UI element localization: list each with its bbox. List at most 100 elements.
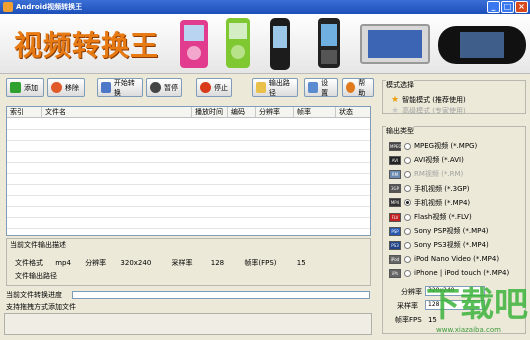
remove-button-label: 移除 bbox=[65, 83, 79, 92]
advanced-mode-radio[interactable]: ★ 高级模式 (专家使用) bbox=[391, 106, 466, 116]
smart-mode-radio[interactable]: ★ 智能模式 (推荐使用) bbox=[391, 95, 466, 105]
smartphone-icon bbox=[318, 18, 340, 68]
ipod-nano-pink-icon bbox=[180, 20, 208, 68]
output-type-option[interactable]: PSP Sony PSP视频 (*.MP4) bbox=[389, 226, 489, 236]
output-type-option[interactable]: PS3 Sony PS3视频 (*.MP4) bbox=[389, 240, 489, 250]
ipod-nano-icon: iPod bbox=[389, 254, 401, 264]
settings-button-label: 设置 bbox=[321, 78, 329, 97]
samplerate-label: 采样率 bbox=[171, 259, 193, 267]
settings-icon bbox=[308, 82, 319, 93]
output-type-option[interactable]: 3GP 手机视频 (*.3GP) bbox=[389, 184, 470, 194]
add-button[interactable]: 添加 bbox=[6, 78, 44, 97]
radio-button[interactable] bbox=[404, 269, 411, 277]
status-text: 支持拖拽方式添加文件 bbox=[6, 303, 76, 311]
output-path-label: 输出路径 bbox=[268, 78, 290, 97]
pause-button[interactable]: 暂停 bbox=[146, 78, 182, 97]
convert-icon bbox=[101, 82, 111, 93]
output-type-label: AVI视频 (*.AVI) bbox=[414, 156, 464, 165]
output-type-title: 输出类型 bbox=[386, 126, 414, 136]
column-codec[interactable]: 编码 bbox=[228, 107, 256, 117]
rm-icon: RM bbox=[389, 169, 401, 179]
fps-label: 帧率(FPS) bbox=[244, 259, 277, 267]
output-path-label: 文件输出路径 bbox=[15, 272, 57, 280]
output-type-option[interactable]: FLV Flash视频 (*.FLV) bbox=[389, 212, 472, 222]
app-icon bbox=[3, 2, 13, 12]
column-duration[interactable]: 播放时间 bbox=[192, 107, 228, 117]
output-type-option[interactable]: RM RM视频 (*.RM) bbox=[389, 169, 463, 179]
output-info-row: 文件格式 mp4 分辨率 320x240 采样率 128 帧率(FPS) 15 bbox=[15, 258, 306, 268]
ipod-nano-green-icon bbox=[226, 18, 250, 68]
output-path-button[interactable]: 输出路径 bbox=[252, 78, 298, 97]
radio-button[interactable] bbox=[404, 255, 411, 263]
settings-button[interactable]: 设置 bbox=[304, 78, 338, 97]
help-button[interactable]: 帮助 bbox=[342, 78, 374, 97]
output-type-option[interactable]: AVI AVI视频 (*.AVI) bbox=[389, 155, 464, 165]
progress-bar bbox=[72, 291, 370, 299]
radio-button[interactable] bbox=[404, 213, 411, 221]
pause-button-label: 暂停 bbox=[164, 83, 178, 92]
radio-button[interactable] bbox=[404, 185, 411, 193]
output-type-label: Flash视频 (*.FLV) bbox=[414, 213, 472, 221]
radio-button[interactable] bbox=[404, 199, 411, 207]
radio-button[interactable] bbox=[404, 170, 411, 178]
app-logo: 视频转换王 bbox=[14, 29, 160, 62]
stop-button-label: 停止 bbox=[214, 83, 228, 92]
banner: 视频转换王 bbox=[0, 14, 530, 74]
mode-group: 模式选择 ★ 智能模式 (推荐使用) ★ 高级模式 (专家使用) bbox=[382, 80, 526, 116]
column-index[interactable]: 索引 bbox=[7, 107, 42, 117]
radio-button[interactable] bbox=[404, 241, 411, 249]
media-player-icon bbox=[360, 24, 430, 64]
start-convert-button[interactable]: 开始转换 bbox=[97, 78, 143, 97]
svg-text:下载吧: 下载吧 bbox=[426, 285, 528, 325]
iphone-icon: iPh bbox=[389, 268, 401, 278]
progress-label: 当前文件转换进度 bbox=[6, 291, 62, 299]
radio-button[interactable] bbox=[404, 227, 411, 235]
stop-button[interactable]: 停止 bbox=[196, 78, 232, 97]
start-convert-label: 开始转换 bbox=[113, 78, 135, 97]
resolution-label: 分辨率 bbox=[85, 259, 107, 267]
fps-value: 15 bbox=[296, 259, 306, 267]
add-button-label: 添加 bbox=[24, 83, 38, 92]
help-icon bbox=[346, 82, 356, 93]
avi-icon: AVI bbox=[389, 155, 401, 165]
radio-button[interactable] bbox=[404, 156, 411, 164]
output-type-option[interactable]: MPEG MPEG视频 (*.MPG) bbox=[389, 141, 477, 151]
column-status[interactable]: 状态 bbox=[336, 107, 370, 117]
file-list-header: 索引 文件名 播放时间 编码 分辨率 帧率 状态 bbox=[7, 107, 370, 118]
remove-button[interactable]: 移除 bbox=[47, 78, 85, 97]
remove-icon bbox=[51, 82, 62, 93]
phone-3gp-icon: 3GP bbox=[389, 184, 401, 194]
format-value: mp4 bbox=[55, 259, 71, 267]
psp-icon bbox=[438, 26, 526, 64]
close-button[interactable]: × bbox=[515, 1, 528, 13]
output-type-option[interactable]: MP4 手机视频 (*.MP4) bbox=[389, 198, 470, 208]
samplerate-value: 128 bbox=[210, 259, 225, 267]
column-fps[interactable]: 帧率 bbox=[294, 107, 336, 117]
output-type-option[interactable]: iPod iPod Nano Video (*.MP4) bbox=[389, 254, 500, 264]
psp-icon: PSP bbox=[389, 226, 401, 236]
svg-text:www.xiazaiba.com: www.xiazaiba.com bbox=[436, 326, 501, 334]
file-list[interactable]: 索引 文件名 播放时间 编码 分辨率 帧率 状态 bbox=[6, 106, 371, 236]
output-type-label: 手机视频 (*.MP4) bbox=[414, 198, 471, 207]
pause-icon bbox=[150, 82, 161, 93]
star-icon: ★ bbox=[391, 95, 400, 105]
smart-mode-label: 智能模式 (推荐使用) bbox=[402, 96, 466, 104]
output-info-group: 当前文件输出描述 文件格式 mp4 分辨率 320x240 采样率 128 帧率… bbox=[6, 238, 371, 286]
maximize-button[interactable]: □ bbox=[501, 1, 514, 13]
minimize-button[interactable]: _ bbox=[487, 1, 500, 13]
file-list-body[interactable] bbox=[7, 119, 370, 235]
column-filename[interactable]: 文件名 bbox=[42, 107, 192, 117]
title-bar: Android视频转换王 _ □ × bbox=[0, 0, 530, 14]
output-type-label: Sony PSP视频 (*.MP4) bbox=[414, 227, 489, 236]
advanced-mode-label: 高级模式 (专家使用) bbox=[402, 107, 466, 115]
mp4-icon: MP4 bbox=[389, 198, 401, 208]
radio-button[interactable] bbox=[404, 142, 411, 150]
star-icon: ★ bbox=[391, 106, 400, 116]
output-type-label: iPod Nano Video (*.MP4) bbox=[414, 255, 500, 264]
mpeg-icon: MPEG bbox=[389, 141, 402, 151]
mode-group-title: 模式选择 bbox=[386, 80, 414, 90]
toolbar: 添加 移除 开始转换 暂停 停止 输出路径 设置 帮助 bbox=[0, 78, 380, 100]
column-resolution[interactable]: 分辨率 bbox=[256, 107, 294, 117]
output-info-title: 当前文件输出描述 bbox=[10, 241, 66, 249]
folder-icon bbox=[256, 82, 266, 93]
